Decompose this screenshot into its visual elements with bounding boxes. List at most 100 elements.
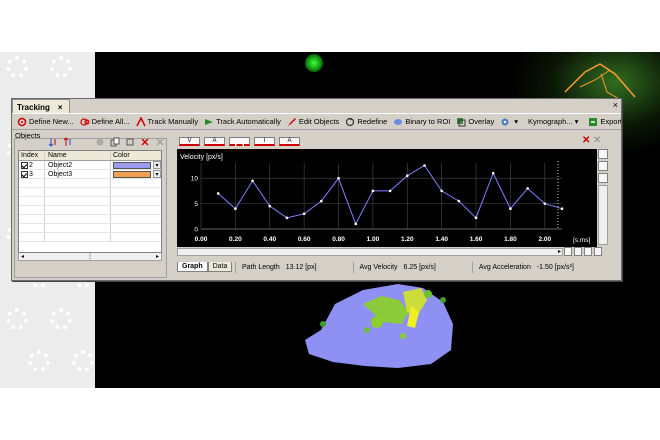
tab-data[interactable]: Data (207, 262, 233, 272)
table-row-empty (19, 206, 161, 215)
zoom-x-in-icon[interactable] (564, 247, 572, 256)
velocity-chart: Velocity [px/s] 0 5 10 0.00 0.20 0.40 0.60 0.8… (177, 149, 597, 247)
x-tick-label: 0.60 (298, 236, 311, 243)
data-point (234, 207, 237, 210)
color-dropdown-button[interactable]: ▾ (153, 161, 161, 169)
data-point (320, 199, 323, 203)
acceleration-graph-button[interactable]: A (204, 137, 225, 146)
chart-horizontal-scrollbar[interactable]: ▸ (177, 248, 563, 256)
y-tick-label: 10 (191, 176, 199, 183)
row-name[interactable]: Object3 (45, 170, 111, 178)
header-name[interactable]: Name (45, 151, 111, 160)
table-row-empty (19, 197, 161, 206)
data-point (440, 189, 443, 193)
sort-ascending-icon[interactable] (48, 137, 58, 147)
data-point (405, 174, 409, 177)
pattern-flower (6, 56, 28, 78)
header-color[interactable]: Color (111, 151, 161, 160)
pattern-flower (72, 350, 94, 372)
scroll-thumb-icon[interactable]: ⋮ (87, 253, 93, 260)
data-point (388, 189, 392, 193)
redefine-icon (346, 117, 355, 126)
x-tick-label: 0.80 (332, 236, 345, 243)
track-automatically-button[interactable]: Track Automatically (201, 114, 284, 129)
sort-descending-icon[interactable] (63, 137, 73, 147)
close-graph-icon[interactable]: ✕ (582, 135, 590, 146)
chevron-down-icon: ▾ (514, 117, 518, 126)
export-button[interactable]: Export ▾ (585, 114, 621, 129)
dashed-graph-button[interactable] (229, 137, 250, 146)
delete-icon[interactable] (140, 137, 150, 147)
overlay-icon (457, 117, 466, 126)
path-length-label: Path Length (242, 264, 280, 271)
color-swatch[interactable] (113, 170, 151, 178)
intensity-graph-button[interactable]: I (254, 137, 275, 146)
data-point (509, 207, 512, 210)
velocity-graph-button[interactable]: V (179, 137, 200, 146)
scroll-left-icon[interactable]: ◂ (21, 253, 24, 260)
track-automatically-icon (205, 118, 214, 125)
binary-to-roi-button[interactable]: Binary to ROI (390, 114, 453, 129)
table-row[interactable]: 3 Object3 ▾ (19, 170, 161, 179)
data-point (302, 212, 306, 216)
scroll-right-icon[interactable]: ▸ (558, 248, 561, 255)
redefine-button[interactable]: Redefine (342, 114, 390, 129)
tab-tracking[interactable]: Tracking × (12, 99, 70, 113)
track-manually-icon (135, 116, 146, 126)
track-manually-button[interactable]: Track Manually (133, 114, 202, 129)
settings-dropdown-button[interactable]: ▾ (497, 114, 521, 129)
fit-all-icon[interactable] (594, 247, 602, 256)
kymograph-button[interactable]: Kymograph... ▾ (525, 114, 581, 129)
visible-checkbox[interactable] (21, 161, 28, 169)
status-bar: Path Length 13.12 [px] Avg Velocity 6.25… (235, 262, 580, 273)
avg-acceleration-field: Avg Acceleration -1.50 [px/s²] (471, 262, 580, 273)
row-name[interactable]: Object2 (45, 161, 111, 169)
chart-zoom-tools (564, 247, 602, 256)
duplicate-icon[interactable] (125, 137, 135, 147)
pattern-flower (6, 308, 28, 330)
color-swatch[interactable] (113, 161, 151, 169)
tab-graph[interactable]: Graph (177, 262, 208, 272)
fit-icon[interactable] (598, 173, 608, 183)
row-index: 2 (29, 161, 33, 169)
zoom-in-icon[interactable] (598, 149, 608, 159)
fit-x-icon[interactable] (584, 247, 592, 256)
copy-icon[interactable] (110, 137, 120, 147)
chart-vertical-scrollbar[interactable] (598, 185, 608, 245)
visible-checkbox[interactable] (21, 170, 28, 178)
x-tick-label: 0.00 (195, 236, 208, 243)
chart-vertical-tools (598, 149, 609, 247)
x-tick-label: 2.00 (538, 236, 551, 243)
table-row[interactable]: 2 Object2 ▾ (19, 161, 161, 170)
define-all-button[interactable]: Define All... (77, 114, 133, 129)
settings-icon[interactable] (95, 137, 105, 147)
tab-close-button[interactable]: × (58, 103, 63, 112)
color-dropdown-button[interactable]: ▾ (153, 170, 161, 178)
zoom-out-icon[interactable] (598, 161, 608, 171)
table-row-empty (19, 224, 161, 233)
scroll-right-icon[interactable]: ▸ (156, 253, 159, 260)
delete-all-icon[interactable] (155, 137, 165, 147)
pattern-flower (50, 56, 72, 78)
define-new-button[interactable]: Define New... (14, 114, 77, 129)
area-graph-button[interactable]: A (279, 137, 300, 146)
overlay-label: Overlay (468, 117, 495, 126)
data-point (474, 216, 478, 220)
x-tick-label: 0.20 (229, 236, 242, 243)
data-point (457, 199, 461, 203)
define-new-label: Define New... (29, 117, 74, 126)
overlay-button[interactable]: Overlay (453, 114, 497, 129)
edit-objects-icon (287, 117, 296, 126)
track-automatically-label: Track Automatically (216, 117, 281, 126)
window-close-button[interactable]: × (613, 100, 618, 110)
toolbar: Define New... Define All... Track Manual… (12, 113, 621, 130)
path-length-field: Path Length 13.12 [px] (235, 262, 323, 273)
path-length-value: 13.12 [px] (285, 264, 317, 271)
close-all-graphs-icon[interactable]: ✕ (593, 135, 601, 146)
objects-horizontal-scrollbar[interactable]: ◂ ⋮ ▸ (18, 253, 162, 261)
header-index[interactable]: Index (19, 151, 45, 160)
data-point (423, 164, 426, 167)
table-row-empty (19, 233, 161, 242)
zoom-x-out-icon[interactable] (574, 247, 582, 256)
edit-objects-button[interactable]: Edit Objects (284, 114, 342, 129)
